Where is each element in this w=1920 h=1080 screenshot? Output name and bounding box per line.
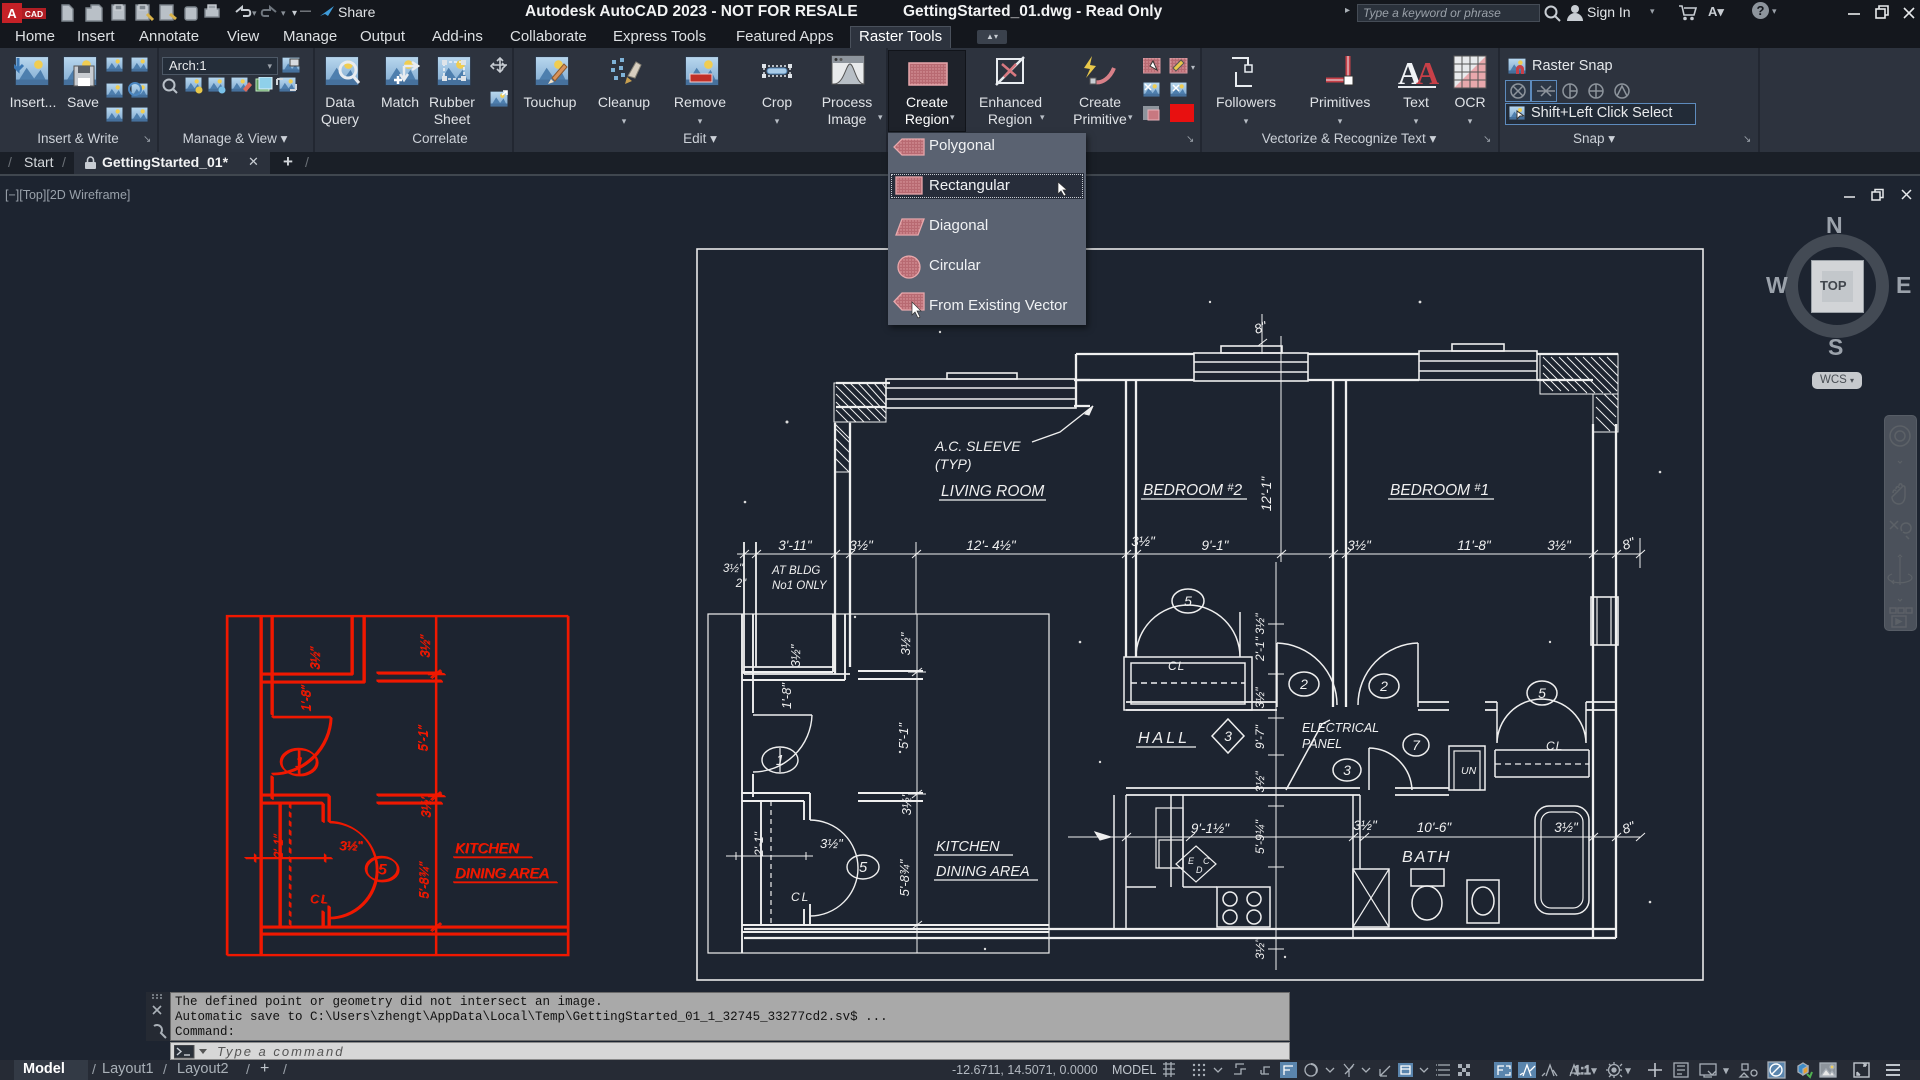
svg-text:3½": 3½" bbox=[723, 563, 744, 575]
svg-text:A: A bbox=[7, 6, 17, 21]
svg-text:▾: ▾ bbox=[1724, 1066, 1728, 1075]
svg-text:(TYP): (TYP) bbox=[935, 456, 972, 472]
svg-text:▾: ▾ bbox=[1592, 1066, 1596, 1075]
svg-text:3: 3 bbox=[1224, 728, 1232, 744]
svg-text:8": 8" bbox=[1620, 534, 1638, 553]
svg-text:C: C bbox=[1203, 856, 1210, 866]
svg-text:PANEL: PANEL bbox=[1302, 737, 1342, 751]
svg-text:3: 3 bbox=[1343, 762, 1351, 778]
svg-text:No1 ONLY: No1 ONLY bbox=[772, 580, 828, 592]
svg-text:9'-1½": 9'-1½" bbox=[1191, 821, 1230, 836]
svg-text:9'-1": 9'-1" bbox=[1202, 538, 1230, 553]
svg-text:2": 2" bbox=[735, 578, 747, 590]
svg-text:2'-1": 2'-1" bbox=[1253, 636, 1267, 662]
svg-text:2: 2 bbox=[1379, 678, 1388, 694]
svg-text:BEDROOM #1: BEDROOM #1 bbox=[1390, 482, 1489, 499]
svg-text:2: 2 bbox=[1299, 676, 1308, 692]
svg-text:▾: ▾ bbox=[1191, 63, 1195, 72]
svg-text:D: D bbox=[1196, 865, 1203, 875]
svg-text:CAD: CAD bbox=[25, 9, 43, 19]
svg-text:3½": 3½" bbox=[1547, 538, 1572, 553]
svg-text:ELECTRICAL: ELECTRICAL bbox=[1302, 721, 1379, 735]
svg-text:3½": 3½" bbox=[1353, 818, 1378, 833]
svg-text:5: 5 bbox=[1184, 593, 1192, 609]
svg-text:3½": 3½" bbox=[1253, 938, 1267, 960]
svg-text:3½": 3½" bbox=[1131, 534, 1156, 549]
svg-text:1:1: 1:1 bbox=[1574, 1063, 1591, 1077]
svg-text:A.C. SLEEVE: A.C. SLEEVE bbox=[934, 438, 1021, 454]
svg-text:A: A bbox=[1416, 55, 1439, 91]
svg-text:E: E bbox=[1188, 856, 1195, 866]
svg-text:CL: CL bbox=[1168, 659, 1185, 673]
svg-text:12'-1": 12'-1" bbox=[1259, 476, 1274, 512]
svg-text:UN: UN bbox=[1461, 765, 1477, 777]
svg-text:▾: ▾ bbox=[281, 8, 286, 18]
svg-text:8": 8" bbox=[1620, 818, 1638, 837]
svg-text:5'-9¼": 5'-9¼" bbox=[1253, 819, 1267, 854]
svg-text:3½": 3½" bbox=[1253, 613, 1267, 635]
svg-text:11'-8": 11'-8" bbox=[1457, 538, 1492, 553]
svg-text:▾: ▾ bbox=[292, 8, 297, 19]
svg-text:8": 8" bbox=[1252, 318, 1270, 337]
svg-text:7: 7 bbox=[1412, 737, 1421, 753]
svg-text:3½": 3½" bbox=[1253, 771, 1267, 793]
svg-text:3'-11": 3'-11" bbox=[778, 538, 813, 553]
svg-text:3½": 3½" bbox=[1347, 538, 1372, 553]
svg-text:9'-7": 9'-7" bbox=[1253, 724, 1267, 749]
svg-text:BATH: BATH bbox=[1402, 849, 1451, 866]
svg-text:3½": 3½" bbox=[849, 538, 874, 553]
svg-text:HALL: HALL bbox=[1138, 730, 1190, 747]
svg-text:BEDROOM #2: BEDROOM #2 bbox=[1143, 482, 1243, 499]
svg-text:3½": 3½" bbox=[1253, 687, 1267, 709]
svg-text:▾: ▾ bbox=[1626, 1066, 1630, 1075]
svg-text:—: — bbox=[300, 5, 311, 17]
svg-text:LIVING ROOM: LIVING ROOM bbox=[941, 483, 1044, 500]
svg-text:3½": 3½" bbox=[1554, 820, 1579, 835]
svg-text:▾: ▾ bbox=[252, 8, 257, 18]
svg-text:5: 5 bbox=[1538, 685, 1546, 701]
svg-text:Share: Share bbox=[338, 4, 376, 20]
svg-text:AT BLDG: AT BLDG bbox=[771, 565, 820, 577]
svg-text:10'-6": 10'-6" bbox=[1417, 820, 1453, 835]
svg-text:CL: CL bbox=[1546, 739, 1563, 753]
svg-text:12'- 4½": 12'- 4½" bbox=[966, 538, 1017, 553]
